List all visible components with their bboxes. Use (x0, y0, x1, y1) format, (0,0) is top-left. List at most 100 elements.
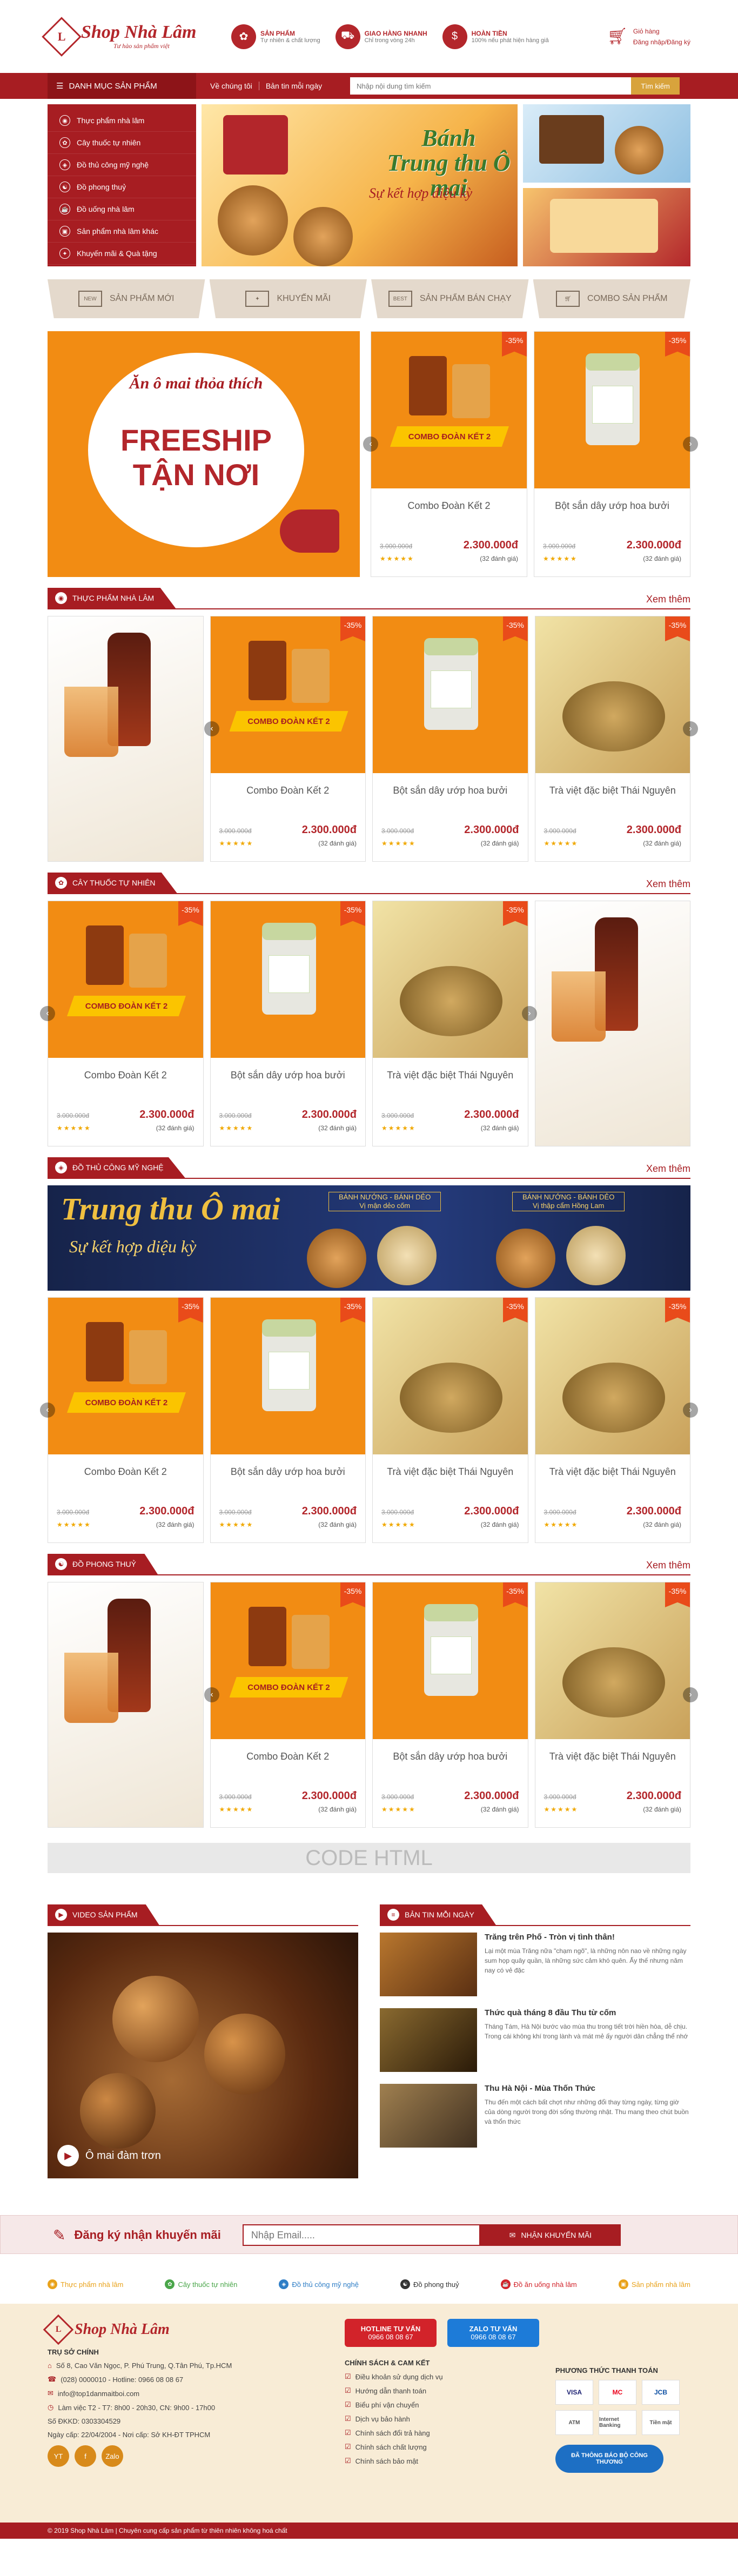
product-name[interactable]: Trà việt đặc biệt Thái Nguyên (373, 1058, 528, 1102)
newsletter-email-input[interactable] (242, 2224, 480, 2246)
ministry-badge[interactable]: ĐÃ THÔNG BÁO BỘ CÔNG THƯƠNG (555, 2445, 663, 2473)
category-link-food[interactable]: ◉ Thực phẩm nhà lâm (48, 2279, 123, 2289)
prev-arrow-icon[interactable]: ‹ (363, 437, 378, 452)
logo[interactable]: L Shop Nhà Lâm Tư hào sản phẩm việt (42, 16, 210, 57)
product-name[interactable]: Combo Đoàn Kết 2 (48, 1454, 203, 1499)
next-arrow-icon[interactable]: › (683, 1403, 698, 1418)
category-link-drink[interactable]: ☕ Đồ ăn uống nhà lâm (500, 2279, 577, 2289)
login-link[interactable]: Đăng nhập/Đăng ký (633, 38, 690, 46)
search-input[interactable] (350, 77, 632, 95)
footer-logo[interactable]: L Shop Nhà Lâm (43, 2314, 210, 2345)
product-video[interactable]: ▶ Ô mai đàm trơn (48, 1933, 358, 2178)
category-link-other[interactable]: ▣ Sản phẩm nhà lâm (618, 2279, 690, 2289)
see-more-link[interactable]: Xem thêm (646, 1560, 690, 1574)
product-card[interactable]: -35% Trà việt đặc biệt Thái Nguyên 3.000… (372, 1297, 528, 1543)
cart-link[interactable]: Giỏ hàng (633, 28, 690, 35)
prev-arrow-icon[interactable]: ‹ (40, 1403, 55, 1418)
category-link-craft[interactable]: ◈ Đồ thủ công mỹ nghệ (279, 2279, 359, 2289)
category-menu-button[interactable]: ☰ DANH MỤC SẢN PHẨM (48, 73, 196, 99)
next-arrow-icon[interactable]: › (683, 721, 698, 736)
footer-email[interactable]: info@top1danmaitboi.com (58, 2390, 139, 2398)
sidebar-item-food[interactable]: ◉ Thực phẩm nhà lâm (48, 110, 196, 132)
product-card[interactable]: COMBO ĐOÀN KẾT 2 -35% Combo Đoàn Kết 2 3.… (48, 901, 204, 1146)
product-card[interactable]: -35% Bột sắn dây ướp hoa bưởi 3.000.000đ… (210, 901, 366, 1146)
product-name[interactable]: Trà việt đặc biệt Thái Nguyên (535, 1454, 690, 1499)
product-name[interactable]: Trà việt đặc biệt Thái Nguyên (535, 1739, 690, 1783)
product-name[interactable]: Bột sắn dây ướp hoa bưởi (211, 1058, 366, 1102)
see-more-link[interactable]: Xem thêm (646, 594, 690, 608)
policy-link[interactable]: Hướng dẫn thanh toán (355, 2387, 426, 2395)
prev-arrow-icon[interactable]: ‹ (204, 1687, 219, 1702)
product-card[interactable]: -35% Bột sắn dây ướp hoa bưởi 3.000.000đ… (372, 1582, 528, 1828)
see-more-link[interactable]: Xem thêm (646, 1163, 690, 1178)
hero-banner[interactable]: Bánh Trung thu Ô mai Sự kết hợp diệu kỳ (202, 104, 518, 266)
youtube-icon[interactable]: YT (48, 2445, 69, 2467)
next-arrow-icon[interactable]: › (683, 1687, 698, 1702)
sidebar-item-promo[interactable]: ✦ Khuyến mãi & Quà tặng (48, 243, 196, 265)
section-feature-image[interactable] (48, 616, 204, 862)
policy-link[interactable]: Dịch vụ bảo hành (355, 2415, 410, 2423)
freeship-banner[interactable]: Ăn ô mai thỏa thích FREESHIP TẬN NƠI (48, 331, 360, 577)
nav-link-news[interactable]: Bản tin mỗi ngày (259, 82, 328, 90)
section-feature-image[interactable] (534, 901, 690, 1146)
product-name[interactable]: Trà việt đặc biệt Thái Nguyên (373, 1454, 528, 1499)
news-item[interactable]: Thu Hà Nội - Mùa Thốn Thức Thu đến một cá… (380, 2084, 690, 2148)
news-item[interactable]: Trăng trên Phố - Tròn vị tình thân! Lại m… (380, 1933, 690, 1996)
nav-link-about[interactable]: Về chúng tôi (204, 82, 259, 90)
search-button[interactable]: Tìm kiếm (631, 77, 680, 95)
product-card[interactable]: -35% Trà việt đặc biệt Thái Nguyên 3.000… (534, 1582, 690, 1828)
policy-link[interactable]: Chính sách chất lượng (355, 2443, 427, 2451)
news-item[interactable]: Thức quà tháng 8 đầu Thu từ cốm Tháng Tám… (380, 2008, 690, 2072)
policy-link[interactable]: Điều khoản sử dụng dịch vụ (355, 2373, 443, 2381)
hotline-button[interactable]: HOTLINE TƯ VẤN 0966 08 08 67 (345, 2319, 437, 2347)
product-card[interactable]: COMBO ĐOÀN KẾT 2 -35% Combo Đoàn Kết 2 3.… (48, 1297, 204, 1543)
product-card[interactable]: COMBO ĐOÀN KẾT 2 -35% Combo Đoàn Kết 2 3.… (210, 616, 366, 862)
cart-icon[interactable]: 🛒︎ (607, 27, 628, 46)
zalo-icon[interactable]: Zalo (102, 2445, 123, 2467)
tab-new-products[interactable]: NEW SẢN PHẨM MỚI (48, 279, 205, 318)
facebook-icon[interactable]: f (75, 2445, 96, 2467)
tab-promotions[interactable]: ✦ KHUYẾN MÃI (209, 279, 367, 318)
zalo-button[interactable]: ZALO TƯ VẤN 0966 08 08 67 (447, 2319, 539, 2347)
sidebar-item-other[interactable]: ▣ Sản phẩm nhà lâm khác (48, 220, 196, 243)
sidebar-item-craft[interactable]: ◈ Đồ thủ công mỹ nghệ (48, 154, 196, 176)
next-arrow-icon[interactable]: › (683, 437, 698, 452)
product-name[interactable]: Bột sắn dây ướp hoa bưởi (373, 773, 528, 817)
product-name[interactable]: Combo Đoàn Kết 2 (48, 1058, 203, 1102)
side-banner-1[interactable] (523, 104, 690, 183)
tab-best-sellers[interactable]: BEST SẢN PHẨM BÁN CHẠY (371, 279, 529, 318)
policy-link[interactable]: Biểu phí vận chuyển (355, 2401, 419, 2409)
sidebar-item-herb[interactable]: ✿ Cây thuốc tự nhiên (48, 132, 196, 154)
see-more-link[interactable]: Xem thêm (646, 878, 690, 893)
news-title[interactable]: Thu Hà Nội - Mùa Thốn Thức (485, 2084, 690, 2093)
policy-link[interactable]: Chính sách đổi trả hàng (355, 2429, 430, 2437)
policy-link[interactable]: Chính sách bảo mật (355, 2457, 418, 2465)
product-card[interactable]: -35% Bột sắn dây ướp hoa bưởi 3.000.000đ… (534, 331, 690, 577)
product-card[interactable]: -35% Trà việt đặc biệt Thái Nguyên 3.000… (372, 901, 528, 1146)
product-name[interactable]: Bột sắn dây ướp hoa bưởi (534, 488, 690, 533)
sidebar-item-drink[interactable]: ☕ Đồ uống nhà lâm (48, 198, 196, 220)
category-link-herb[interactable]: ✿ Cây thuốc tự nhiên (165, 2279, 237, 2289)
product-name[interactable]: Bột sắn dây ướp hoa bưởi (373, 1739, 528, 1783)
product-card[interactable]: -35% Bột sắn dây ướp hoa bưởi 3.000.000đ… (372, 616, 528, 862)
side-banner-2[interactable] (523, 188, 690, 266)
section-feature-image[interactable] (48, 1582, 204, 1828)
product-card[interactable]: COMBO ĐOÀN KẾT 2 -35% Combo Đoàn Kết 2 3.… (371, 331, 527, 577)
product-card[interactable]: -35% Bột sắn dây ướp hoa bưởi 3.000.000đ… (210, 1297, 366, 1543)
play-icon[interactable]: ▶ (57, 2145, 79, 2166)
prev-arrow-icon[interactable]: ‹ (40, 1006, 55, 1021)
newsletter-submit-button[interactable]: ✉ NHẬN KHUYẾN MÃI (480, 2224, 621, 2246)
news-title[interactable]: Trăng trên Phố - Tròn vị tình thân! (485, 1933, 690, 1942)
prev-arrow-icon[interactable]: ‹ (204, 721, 219, 736)
product-card[interactable]: -35% Trà việt đặc biệt Thái Nguyên 3.000… (534, 616, 690, 862)
product-card[interactable]: COMBO ĐOÀN KẾT 2 -35% Combo Đoàn Kết 2 3.… (210, 1582, 366, 1828)
tab-combos[interactable]: 🛒︎ COMBO SẢN PHẨM (533, 279, 690, 318)
product-card[interactable]: -35% Trà việt đặc biệt Thái Nguyên 3.000… (534, 1297, 690, 1543)
sidebar-item-fengshui[interactable]: ☯ Đồ phong thuỷ (48, 176, 196, 198)
product-name[interactable]: Bột sắn dây ướp hoa bưởi (211, 1454, 366, 1499)
product-name[interactable]: Combo Đoàn Kết 2 (211, 773, 366, 817)
next-arrow-icon[interactable]: › (522, 1006, 537, 1021)
footer-phones[interactable]: (028) 0000010 - Hotline: 0966 08 08 67 (61, 2376, 183, 2384)
news-title[interactable]: Thức quà tháng 8 đầu Thu từ cốm (485, 2008, 690, 2017)
product-name[interactable]: Trà việt đặc biệt Thái Nguyên (535, 773, 690, 817)
